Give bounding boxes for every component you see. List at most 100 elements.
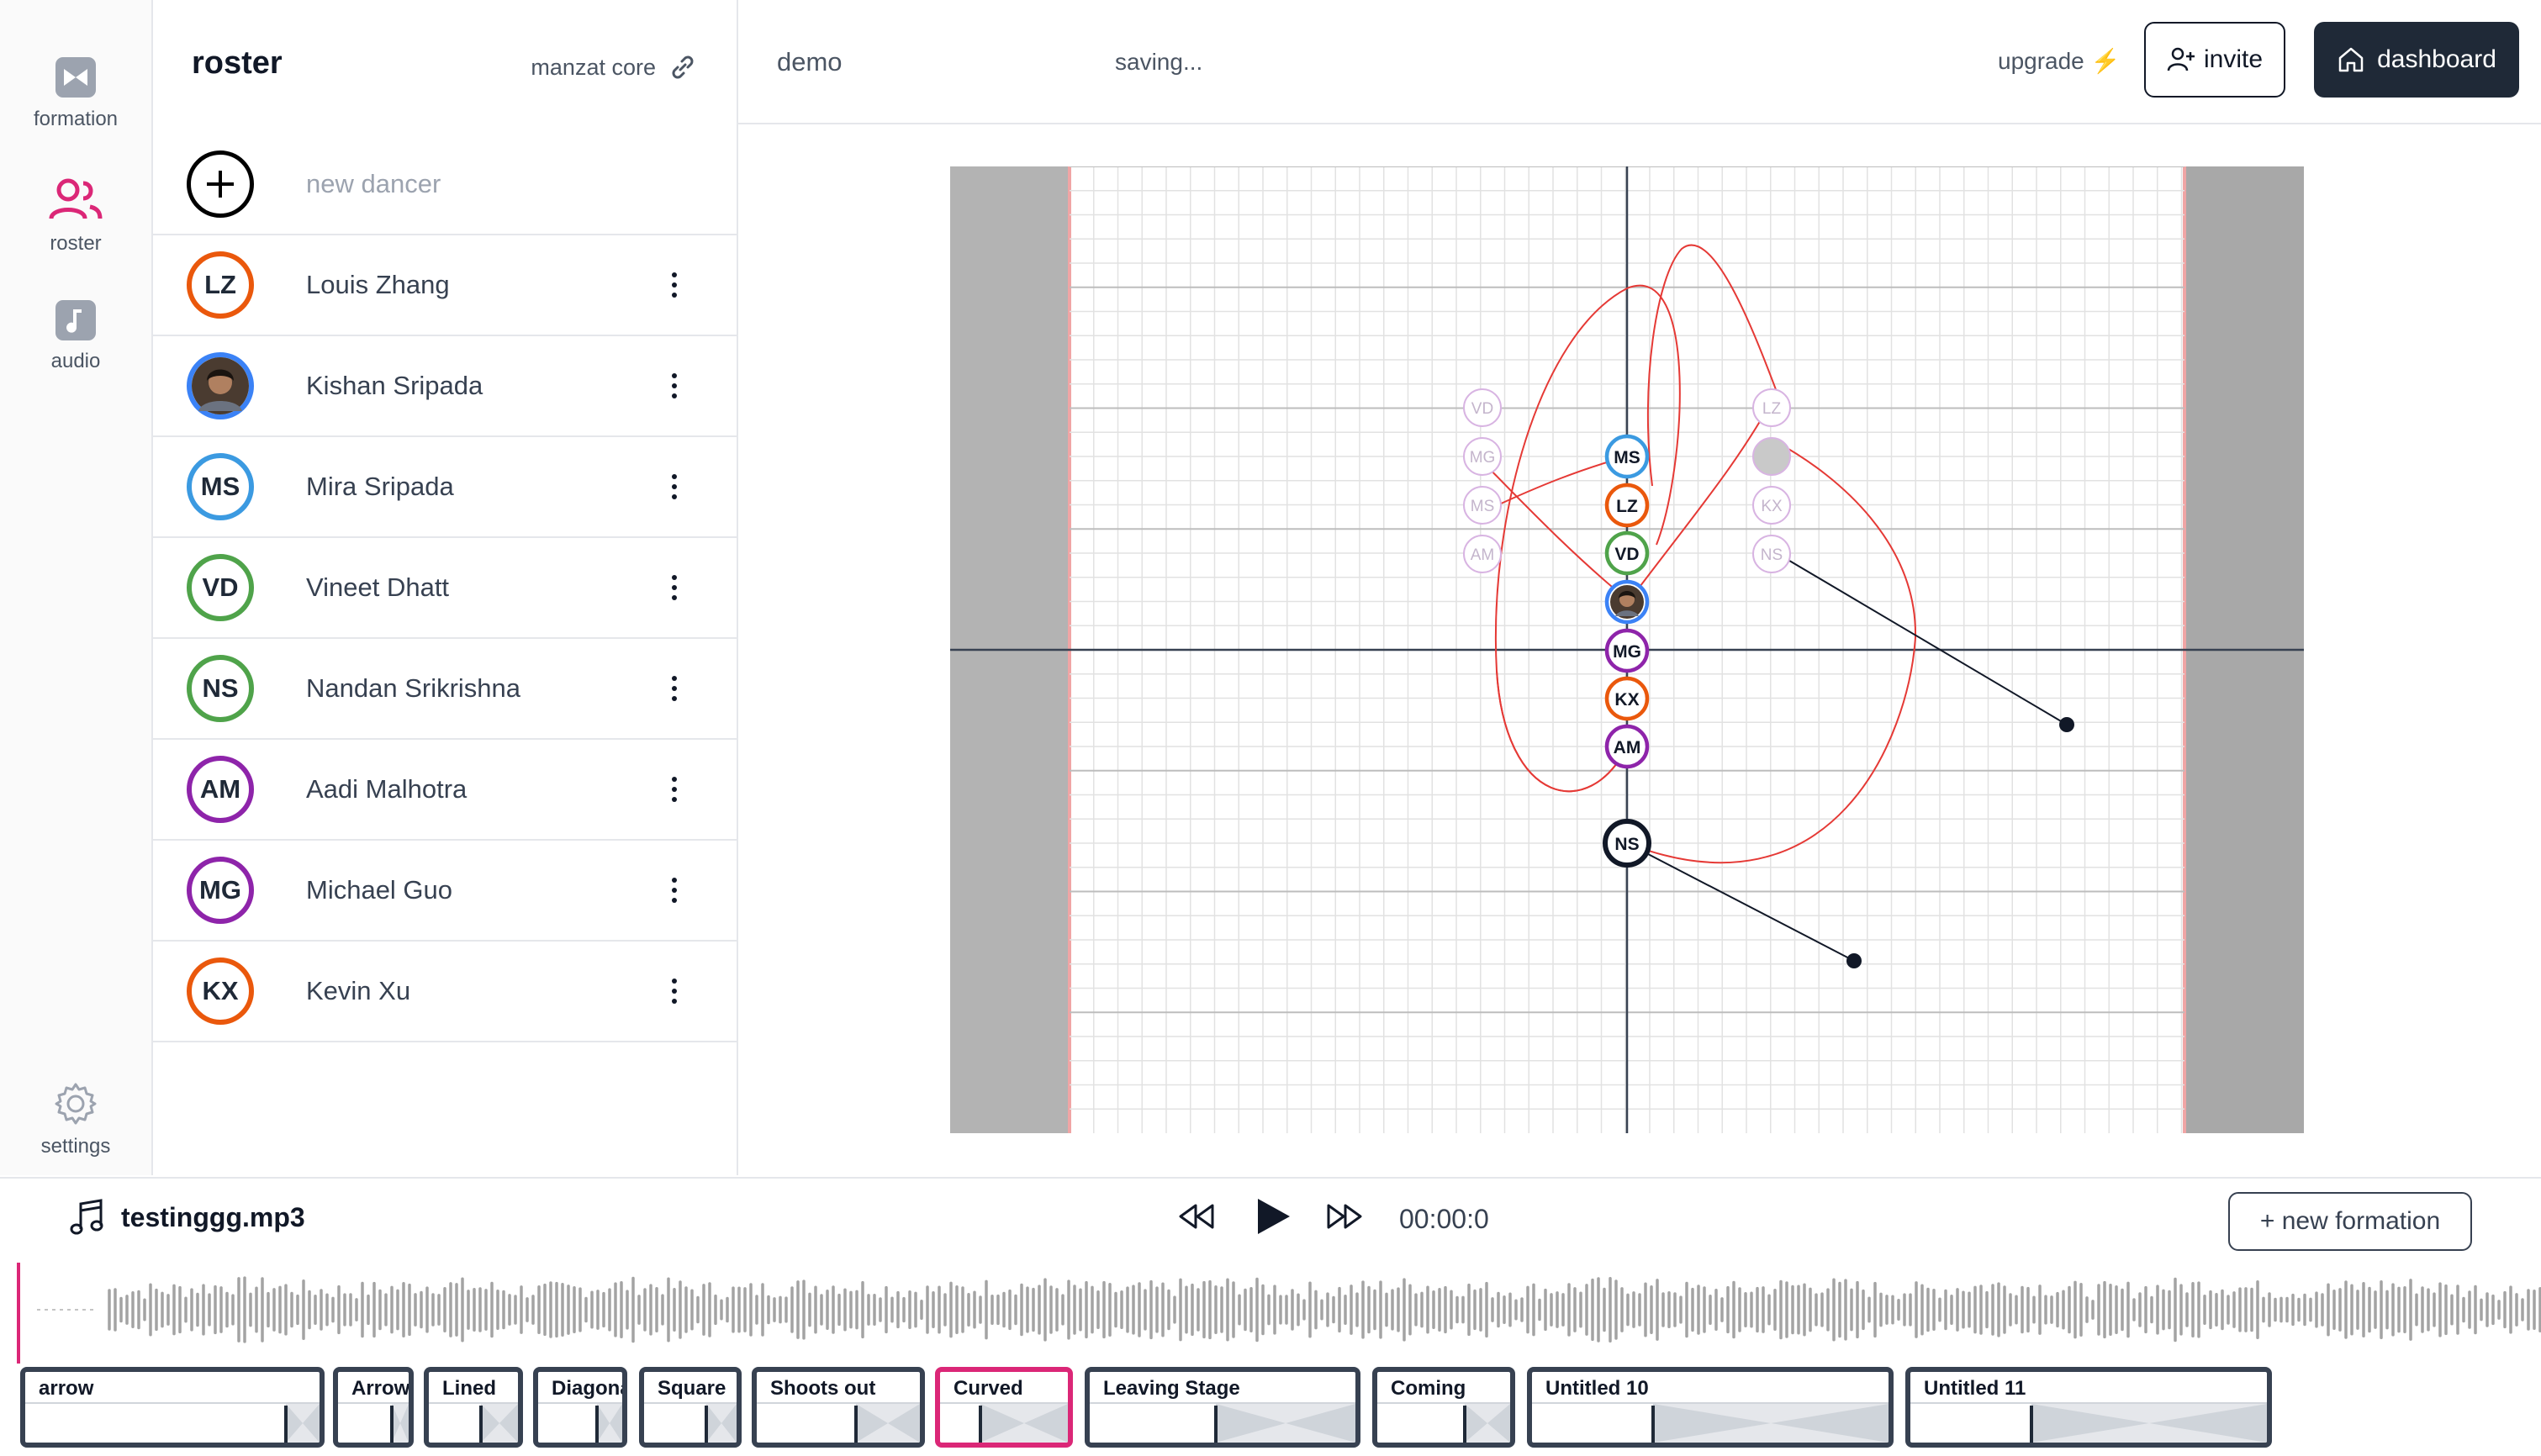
transition-segment[interactable] (2031, 1404, 2267, 1443)
transition-handle[interactable] (854, 1406, 858, 1443)
transition-handle[interactable] (705, 1406, 708, 1443)
more-options-icon[interactable] (658, 260, 691, 310)
transition-segment[interactable] (481, 1404, 518, 1443)
dancer-row[interactable]: MS Mira Sripada (153, 437, 737, 538)
transition-handle[interactable] (979, 1406, 982, 1443)
dancer-row[interactable]: NS Nandan Srikrishna (153, 639, 737, 740)
track-name: testinggg.mp3 (121, 1202, 305, 1232)
formation-card[interactable]: Diagonal (533, 1367, 627, 1448)
transition-segment[interactable] (856, 1404, 920, 1443)
dancer-row[interactable]: KX Kevin Xu (153, 942, 737, 1042)
dancer-marker-label: MS (1614, 448, 1640, 467)
dancer-row[interactable]: AM Aadi Malhotra (153, 740, 737, 841)
more-options-icon[interactable] (658, 361, 691, 411)
dancer-name: Michael Guo (306, 875, 453, 905)
dancer-marker-label: NS (1614, 835, 1639, 854)
upgrade-link[interactable]: upgrade ⚡ (1998, 47, 2120, 75)
transition-handle[interactable] (1214, 1406, 1218, 1443)
more-options-icon[interactable] (658, 462, 691, 512)
transition-segment[interactable] (1465, 1404, 1510, 1443)
more-options-icon[interactable] (658, 865, 691, 915)
audio-waveform[interactable] (0, 1263, 2541, 1364)
formation-card[interactable]: Shoots out (752, 1367, 925, 1448)
formation-name: Square (658, 1377, 726, 1400)
music-icon (55, 300, 96, 340)
formation-card[interactable]: Untitled 11 (1905, 1367, 2272, 1448)
left-nav: formation roster audio settings (0, 0, 153, 1175)
dancer-marker[interactable] (1604, 579, 1650, 625)
transition-handle[interactable] (479, 1406, 483, 1443)
dashboard-label: dashboard (2377, 45, 2496, 73)
transition-segment[interactable] (706, 1404, 737, 1443)
formation-name: Lined (442, 1377, 496, 1400)
dancer-name: Nandan Srikrishna (306, 673, 521, 703)
project-name[interactable]: demo (777, 47, 843, 77)
transition-segment[interactable] (980, 1404, 1068, 1443)
transition-handle[interactable] (595, 1406, 599, 1443)
dancer-marker[interactable]: MS (1604, 434, 1650, 479)
dancer-marker-label: LZ (1616, 497, 1638, 516)
new-formation-button[interactable]: + new formation (2228, 1192, 2472, 1251)
transition-handle[interactable] (1463, 1406, 1466, 1443)
avatar: LZ (187, 251, 254, 319)
invite-button[interactable]: invite (2144, 22, 2285, 98)
dancer-marker[interactable]: VD (1604, 530, 1650, 576)
formation-card[interactable]: Leaving Stage (1085, 1367, 1360, 1448)
transition-segment[interactable] (1653, 1404, 1889, 1443)
transition-handle[interactable] (390, 1406, 394, 1443)
nav-audio[interactable]: audio (0, 299, 151, 373)
transition-handle[interactable] (2030, 1406, 2033, 1443)
play-icon[interactable] (1253, 1195, 1293, 1237)
curve-handle[interactable] (1846, 953, 1862, 968)
formation-card[interactable]: Lined (424, 1367, 523, 1448)
nav-settings[interactable]: settings (0, 1081, 151, 1158)
dancer-marker[interactable]: LZ (1604, 483, 1650, 528)
dancer-marker[interactable]: AM (1604, 724, 1650, 769)
transition-segment[interactable] (597, 1404, 622, 1443)
more-options-icon[interactable] (658, 562, 691, 613)
formation-card[interactable]: arrow (20, 1367, 325, 1448)
nav-formation[interactable]: formation (0, 55, 151, 131)
team-link[interactable]: manzat core (531, 52, 698, 82)
nav-formation-label: formation (33, 108, 119, 130)
dancer-marker[interactable]: MG (1604, 628, 1650, 673)
transition-handle[interactable] (1651, 1406, 1655, 1443)
dancer-row[interactable]: LZ Louis Zhang (153, 235, 737, 336)
dancer-name: Mira Sripada (306, 472, 454, 501)
save-status: saving... (1115, 49, 1203, 75)
stage-canvas[interactable]: VD MG MS AM LZ KX NS MS LZ VD MG KX AM NS (950, 166, 2304, 1133)
avatar: VD (187, 554, 254, 621)
home-icon (2338, 47, 2364, 72)
formation-card[interactable]: Untitled 10 (1527, 1367, 1894, 1448)
formation-card[interactable]: Curved (935, 1367, 1073, 1448)
dancer-marker[interactable]: NS (1603, 819, 1651, 868)
dancer-row[interactable]: Kishan Sripada (153, 336, 737, 437)
more-options-icon[interactable] (658, 966, 691, 1016)
formation-icon (55, 57, 96, 98)
nav-roster-label: roster (50, 232, 102, 255)
dashboard-button[interactable]: dashboard (2314, 22, 2519, 98)
more-options-icon[interactable] (658, 764, 691, 815)
gear-icon (55, 1083, 97, 1125)
formation-card[interactable]: Coming (1372, 1367, 1515, 1448)
transition-segment[interactable] (1216, 1404, 1355, 1443)
roster-title: roster (192, 45, 283, 81)
formation-name: Coming (1391, 1377, 1466, 1400)
dancer-row[interactable]: MG Michael Guo (153, 841, 737, 942)
avatar: NS (187, 655, 254, 722)
avatar: KX (187, 957, 254, 1025)
transition-handle[interactable] (284, 1406, 288, 1443)
transition-segment[interactable] (286, 1404, 320, 1443)
new-dancer-row[interactable]: new dancer (153, 135, 737, 235)
more-options-icon[interactable] (658, 663, 691, 714)
fast-forward-icon[interactable] (1325, 1197, 1364, 1236)
curve-handle[interactable] (2059, 717, 2074, 732)
dancer-name: Vineet Dhatt (306, 572, 450, 602)
dancer-marker[interactable]: KX (1604, 676, 1650, 721)
formation-card[interactable]: Square (639, 1367, 742, 1448)
transition-segment[interactable] (392, 1404, 409, 1443)
rewind-icon[interactable] (1177, 1197, 1216, 1236)
formation-card[interactable]: Arrow (333, 1367, 414, 1448)
nav-roster[interactable]: roster (0, 177, 151, 256)
dancer-row[interactable]: VD Vineet Dhatt (153, 538, 737, 639)
